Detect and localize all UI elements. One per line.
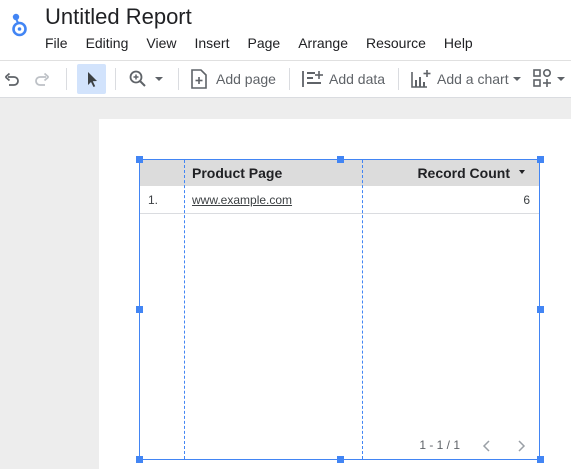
- undo-button[interactable]: [3, 61, 21, 97]
- row-index: 1.: [148, 193, 159, 207]
- add-control-button[interactable]: [532, 61, 567, 97]
- zoom-icon: [129, 70, 146, 87]
- undo-icon: [4, 72, 19, 86]
- report-title[interactable]: Untitled Report: [45, 4, 192, 30]
- select-tool-button[interactable]: [77, 64, 106, 94]
- table-row: 1. www.example.com 6: [140, 186, 539, 214]
- resize-handle-top-left[interactable]: [136, 156, 143, 163]
- product-page-cell[interactable]: www.example.com: [192, 193, 292, 207]
- menu-editing[interactable]: Editing: [77, 33, 138, 53]
- chevron-down-icon: [557, 77, 565, 81]
- redo-button[interactable]: [33, 61, 51, 97]
- column-header-product-page[interactable]: Product Page: [192, 165, 282, 181]
- zoom-button[interactable]: [128, 61, 166, 97]
- resize-handle-bottom-right[interactable]: [537, 456, 544, 463]
- table-header: Product Page Record Count: [140, 160, 539, 186]
- add-data-button[interactable]: Add data: [301, 61, 385, 97]
- chevron-down-icon: [512, 77, 521, 81]
- add-data-label: Add data: [329, 71, 386, 87]
- menu-bar: File Editing View Insert Page Arrange Re…: [36, 33, 482, 53]
- column-header-record-count[interactable]: Record Count: [417, 165, 510, 181]
- chevron-down-icon: [155, 77, 163, 81]
- add-page-icon: [191, 69, 207, 89]
- redo-icon: [35, 72, 50, 86]
- toolbar-divider: [115, 68, 116, 90]
- title-bar: Untitled Report File Editing View Insert…: [0, 0, 571, 60]
- previous-page-icon[interactable]: [481, 440, 493, 452]
- add-chart-icon: [411, 70, 431, 88]
- resize-handle-left[interactable]: [136, 306, 143, 313]
- resize-handle-top-right[interactable]: [537, 156, 544, 163]
- toolbar: Add page Add data Add a chart: [0, 60, 571, 98]
- menu-insert[interactable]: Insert: [185, 33, 238, 53]
- resize-handle-bottom-left[interactable]: [136, 456, 143, 463]
- add-chart-button[interactable]: Add a chart: [410, 61, 523, 97]
- resize-handle-right[interactable]: [537, 306, 544, 313]
- column-divider[interactable]: [362, 160, 363, 459]
- pagination-label: 1 - 1 / 1: [419, 438, 460, 452]
- sort-descending-icon[interactable]: [519, 170, 525, 174]
- menu-view[interactable]: View: [137, 33, 185, 53]
- menu-help[interactable]: Help: [435, 33, 482, 53]
- next-page-icon[interactable]: [515, 440, 527, 452]
- menu-page[interactable]: Page: [238, 33, 289, 53]
- add-page-button[interactable]: Add page: [190, 61, 276, 97]
- column-divider[interactable]: [184, 160, 185, 459]
- add-chart-label: Add a chart: [437, 71, 509, 87]
- menu-arrange[interactable]: Arrange: [289, 33, 357, 53]
- resize-handle-top[interactable]: [337, 156, 344, 163]
- toolbar-divider: [66, 68, 67, 90]
- table-chart[interactable]: Product Page Record Count 1. www.example…: [139, 159, 540, 460]
- toolbar-divider: [398, 68, 399, 90]
- add-control-icon: [533, 68, 552, 87]
- add-data-icon: [302, 71, 323, 87]
- menu-resource[interactable]: Resource: [357, 33, 435, 53]
- record-count-cell: 6: [523, 193, 530, 207]
- menu-file[interactable]: File: [36, 33, 77, 53]
- toolbar-divider: [178, 68, 179, 90]
- add-page-label: Add page: [216, 71, 276, 87]
- toolbar-divider: [289, 68, 290, 90]
- pointer-icon: [88, 72, 97, 87]
- looker-studio-logo[interactable]: [10, 10, 30, 38]
- resize-handle-bottom[interactable]: [337, 456, 344, 463]
